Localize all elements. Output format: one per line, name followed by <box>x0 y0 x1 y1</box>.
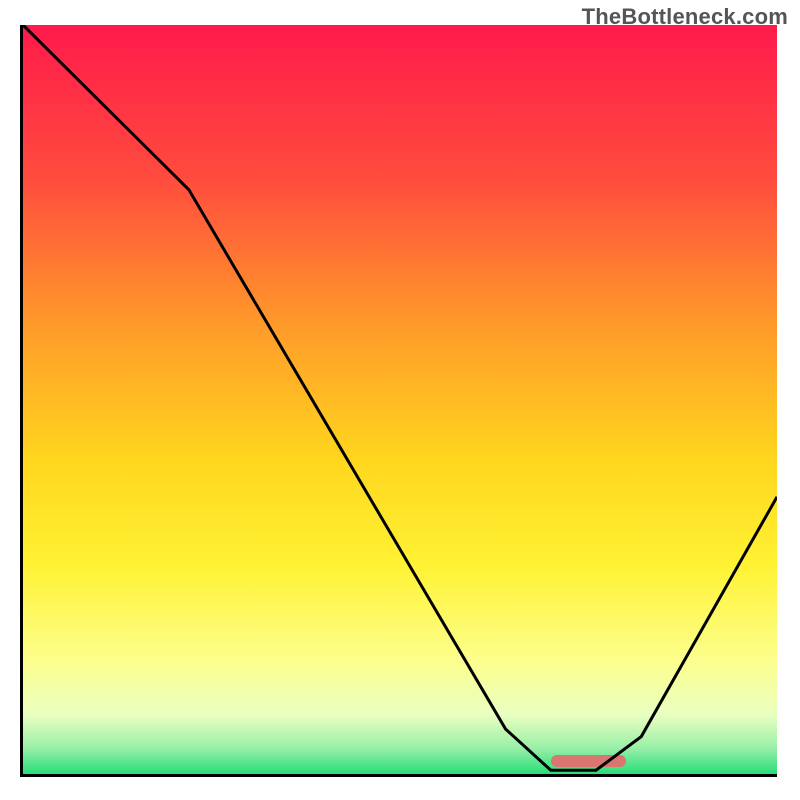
chart-container: TheBottleneck.com <box>0 0 800 800</box>
curve-path <box>23 25 777 770</box>
watermark-text: TheBottleneck.com <box>582 4 788 30</box>
bottleneck-curve <box>23 25 777 774</box>
plot-area <box>20 25 777 777</box>
